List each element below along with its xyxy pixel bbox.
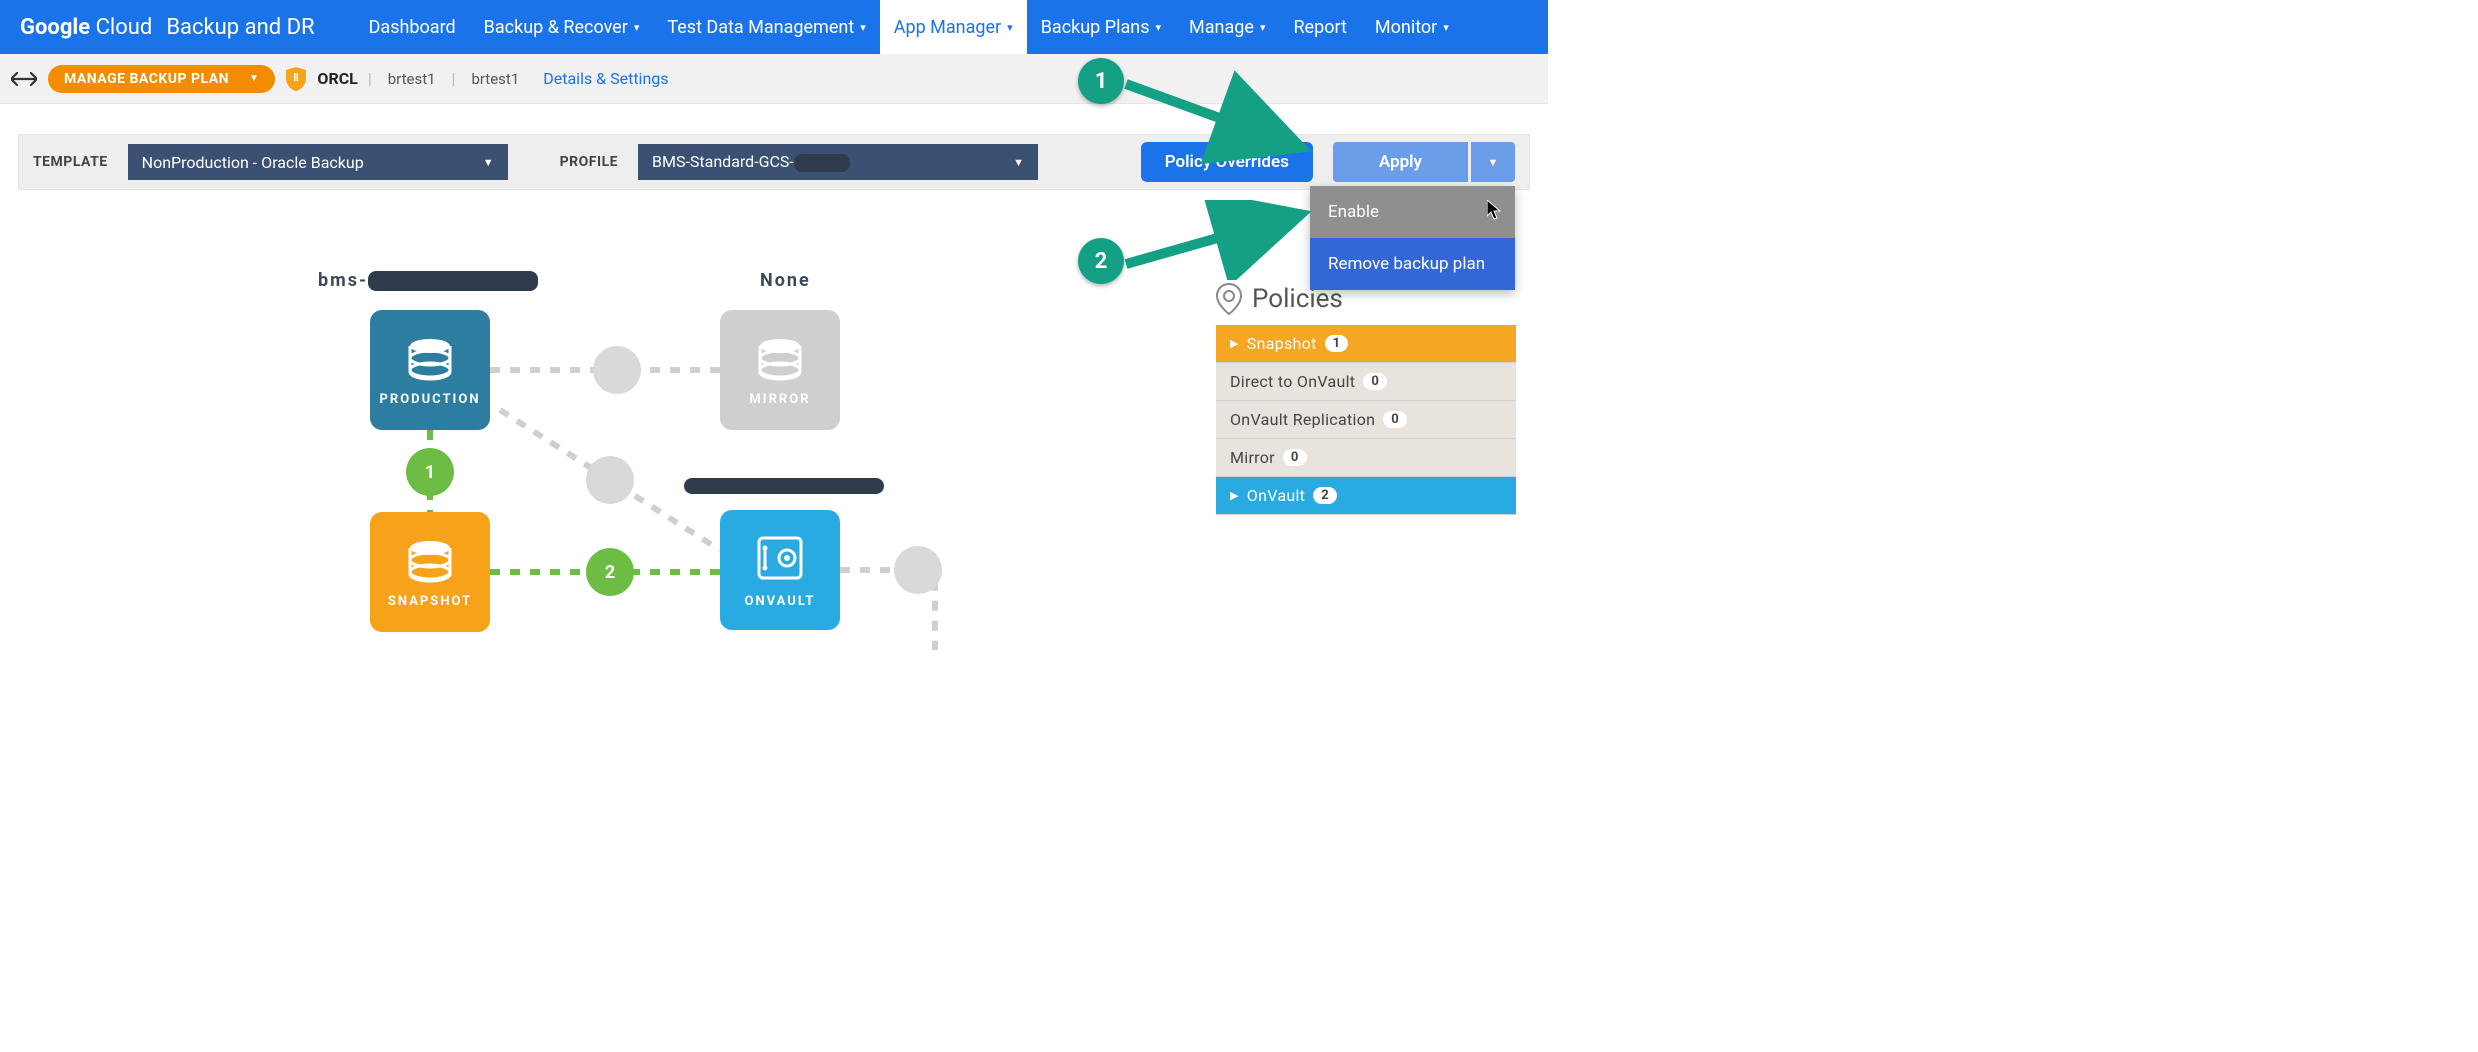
nav-label: Report bbox=[1293, 17, 1346, 38]
apply-dropdown-toggle[interactable]: ▼ bbox=[1471, 142, 1515, 182]
menu-item-enable[interactable]: Enable bbox=[1310, 186, 1515, 238]
nav-label: App Manager bbox=[894, 17, 1001, 38]
tile-label: ONVAULT bbox=[745, 594, 816, 609]
tile-onvault[interactable]: ONVAULT bbox=[720, 510, 840, 630]
tile-label: MIRROR bbox=[749, 392, 810, 407]
tile-label: PRODUCTION bbox=[379, 392, 480, 407]
nav-report[interactable]: Report bbox=[1279, 0, 1360, 54]
expand-icon: ▶ bbox=[1230, 337, 1239, 350]
nav-label: Backup Plans bbox=[1041, 17, 1150, 38]
diagram-left-header: bms- bbox=[318, 270, 538, 291]
template-label: TEMPLATE bbox=[33, 154, 108, 170]
chevron-down-icon: ▾ bbox=[634, 21, 640, 34]
top-nav: Google Cloud Backup and DR Dashboard Back… bbox=[0, 0, 1548, 54]
policy-row-onvault-replication: OnVault Replication 0 bbox=[1216, 401, 1516, 439]
cursor-icon bbox=[1487, 200, 1505, 222]
vault-icon bbox=[753, 532, 807, 586]
nav-label: Dashboard bbox=[369, 17, 456, 38]
policy-count-badge: 1 bbox=[1325, 335, 1349, 352]
nav-backup-recover[interactable]: Backup & Recover ▾ bbox=[470, 0, 654, 54]
edge-node bbox=[894, 546, 942, 594]
nav-test-data-management[interactable]: Test Data Management ▾ bbox=[653, 0, 879, 54]
product-name: Backup and DR bbox=[166, 15, 314, 40]
policies-panel: Policies ▶Snapshot1Direct to OnVault0OnV… bbox=[1216, 283, 1516, 515]
google-cloud-logo: Google Cloud bbox=[20, 15, 152, 40]
policy-count-badge: 0 bbox=[1383, 411, 1407, 428]
annotation-arrow-2 bbox=[1120, 200, 1320, 280]
policy-row-mirror: Mirror 0 bbox=[1216, 439, 1516, 477]
policy-label: Snapshot bbox=[1247, 334, 1317, 353]
tile-production[interactable]: PRODUCTION bbox=[370, 310, 490, 430]
diagram-right-header: None bbox=[760, 270, 811, 291]
annotation-step-1: 1 bbox=[1078, 58, 1124, 104]
details-settings-link[interactable]: Details & Settings bbox=[543, 69, 668, 88]
shield-icon bbox=[285, 66, 307, 92]
annotation-step-2: 2 bbox=[1078, 238, 1124, 284]
profile-value: BMS-Standard-GCS- bbox=[652, 152, 850, 172]
chevron-down-icon: ▼ bbox=[483, 156, 494, 169]
nav-label: Monitor bbox=[1375, 17, 1437, 38]
database-icon bbox=[755, 334, 805, 384]
tile-snapshot[interactable]: SNAPSHOT bbox=[370, 512, 490, 632]
chevron-down-icon: ▼ bbox=[249, 73, 259, 84]
policy-count-badge: 0 bbox=[1363, 373, 1387, 390]
tile-label: SNAPSHOT bbox=[388, 594, 472, 609]
nav-app-manager[interactable]: App Manager ▾ bbox=[880, 0, 1027, 54]
chevron-down-icon: ▾ bbox=[1260, 21, 1266, 34]
chevron-down-icon: ▾ bbox=[1443, 21, 1449, 34]
policy-row-onvault[interactable]: ▶ OnVault 2 bbox=[1216, 477, 1516, 515]
edge-node bbox=[586, 456, 634, 504]
separator: | bbox=[368, 69, 372, 88]
apply-button-group: Apply ▼ Enable Remove backup plan bbox=[1333, 142, 1515, 182]
tile-mirror[interactable]: MIRROR bbox=[720, 310, 840, 430]
manage-backup-plan-button[interactable]: MANAGE BACKUP PLAN ▼ bbox=[48, 65, 275, 93]
policy-label: Mirror bbox=[1230, 448, 1275, 467]
nav-backup-plans[interactable]: Backup Plans ▾ bbox=[1027, 0, 1175, 54]
menu-item-remove-backup-plan[interactable]: Remove backup plan bbox=[1310, 238, 1515, 290]
chevron-down-icon: ▾ bbox=[1156, 21, 1162, 34]
expand-icon: ▶ bbox=[1230, 489, 1239, 502]
policy-label: OnVault bbox=[1247, 486, 1305, 505]
nav-label: Manage bbox=[1189, 17, 1254, 38]
edge-count-snapshot-onvault: 2 bbox=[586, 548, 634, 596]
apply-button[interactable]: Apply bbox=[1333, 142, 1468, 182]
policy-label: Direct to OnVault bbox=[1230, 372, 1355, 391]
chevron-down-icon: ▾ bbox=[860, 21, 866, 34]
separator: | bbox=[452, 69, 456, 88]
nav-monitor[interactable]: Monitor ▾ bbox=[1361, 0, 1463, 54]
policy-row-snapshot[interactable]: ▶ Snapshot 1 bbox=[1216, 325, 1516, 363]
chevron-down-icon: ▼ bbox=[1013, 156, 1024, 169]
database-icon bbox=[405, 536, 455, 586]
policy-label: OnVault Replication bbox=[1230, 410, 1375, 429]
profile-select[interactable]: BMS-Standard-GCS- ▼ bbox=[638, 144, 1038, 180]
nav-label: Backup & Recover bbox=[484, 17, 628, 38]
breadcrumb-host: brtest1 bbox=[382, 70, 442, 88]
policy-count-badge: 0 bbox=[1283, 449, 1307, 466]
edge-count-prod-snapshot: 1 bbox=[406, 448, 454, 496]
nav-manage[interactable]: Manage ▾ bbox=[1175, 0, 1279, 54]
nav-dashboard[interactable]: Dashboard bbox=[355, 0, 470, 54]
policy-row-direct-to-onvault: Direct to OnVault 0 bbox=[1216, 363, 1516, 401]
template-select[interactable]: NonProduction - Oracle Backup ▼ bbox=[128, 144, 508, 180]
profile-label: PROFILE bbox=[560, 154, 618, 170]
chevron-down-icon: ▾ bbox=[1007, 21, 1013, 34]
edge-node bbox=[593, 346, 641, 394]
pin-icon bbox=[1216, 283, 1242, 315]
template-value: NonProduction - Oracle Backup bbox=[142, 153, 364, 172]
database-icon bbox=[405, 334, 455, 384]
annotation-arrow-1 bbox=[1120, 70, 1320, 180]
swap-icon[interactable] bbox=[10, 65, 38, 93]
nav-label: Test Data Management bbox=[667, 17, 854, 38]
apply-dropdown-menu: Enable Remove backup plan bbox=[1310, 186, 1515, 290]
manage-backup-plan-label: MANAGE BACKUP PLAN bbox=[64, 71, 229, 87]
breadcrumb-app: brtest1 bbox=[465, 70, 525, 88]
policy-count-badge: 2 bbox=[1313, 487, 1337, 504]
redacted-label bbox=[684, 475, 884, 494]
logo: Google Cloud Backup and DR bbox=[20, 15, 315, 40]
database-label: ORCL bbox=[317, 69, 357, 88]
